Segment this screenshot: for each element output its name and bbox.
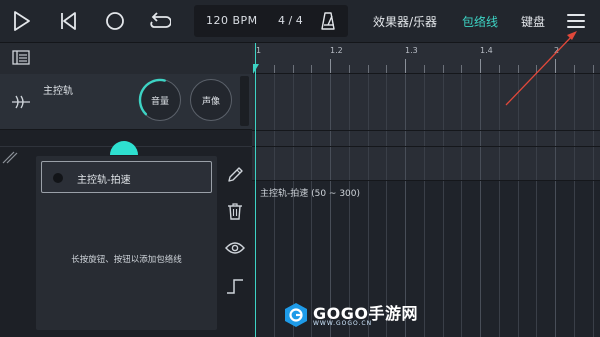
watermark: GOGO手游网 WWW.GOGO.CN <box>283 300 443 334</box>
ruler-mark: 1.2 <box>330 46 343 55</box>
pan-knob[interactable]: 声像 <box>190 79 232 121</box>
volume-knob[interactable]: 音量 <box>138 78 181 121</box>
play-icon[interactable] <box>10 9 34 33</box>
ruler-tick <box>405 59 406 73</box>
ruler-tick <box>273 65 275 73</box>
ruler-mark: 1 <box>256 46 262 55</box>
ruler-mark: 1.3 <box>405 46 418 55</box>
lane-divider <box>252 180 600 181</box>
grid-line <box>311 74 313 337</box>
timeline-ruler[interactable]: 1 1.2 1.3 1.4 2 <box>0 43 600 74</box>
loop-icon[interactable] <box>148 9 172 33</box>
ruler-tick <box>536 65 538 73</box>
master-track-header[interactable]: 主控轨 音量 声像 <box>0 74 252 130</box>
ruler-header <box>0 43 252 74</box>
grid-line <box>573 74 575 337</box>
ruler-tick <box>517 65 519 73</box>
lane-divider <box>252 130 600 131</box>
ruler-tick <box>292 65 294 73</box>
grid-line <box>330 74 331 337</box>
output-routing-icon <box>11 94 31 114</box>
trash-icon[interactable] <box>224 200 246 222</box>
track-list-icon[interactable] <box>12 50 30 69</box>
skip-to-start-icon[interactable] <box>56 9 80 33</box>
playhead-marker-icon[interactable] <box>252 60 260 79</box>
ruler-tick <box>367 65 369 73</box>
grid-line <box>480 74 481 337</box>
effects-instruments-tab[interactable]: 效果器/乐器 <box>373 13 437 30</box>
pencil-icon[interactable] <box>224 164 246 186</box>
param-indicator-dot <box>53 173 63 183</box>
automation-hint: 长按旋钮、按钮以添加包络线 <box>71 255 182 265</box>
keyboard-tab[interactable]: 键盘 <box>521 13 545 30</box>
lane-divider <box>252 146 600 147</box>
ruler-tick <box>480 59 481 73</box>
record-icon[interactable] <box>103 9 127 33</box>
ruler-tick <box>555 59 556 73</box>
ruler-mark: 1.4 <box>480 46 493 55</box>
track-name: 主控轨 <box>43 86 73 97</box>
automation-param-selector[interactable]: 主控轨-拍速 <box>41 161 212 193</box>
automation-lane-label: 主控轨-拍速 (50 ~ 300) <box>260 189 361 199</box>
metronome-icon[interactable] <box>321 12 335 34</box>
grid-line <box>348 74 350 337</box>
tempo-value: 120 BPM <box>206 14 258 27</box>
pan-label: 声像 <box>201 96 220 107</box>
ruler-tick <box>498 65 500 73</box>
automation-param-panel: 主控轨-拍速 长按旋钮、按钮以添加包络线 <box>36 156 217 330</box>
ruler-tick <box>330 59 331 73</box>
grid-line <box>292 74 294 337</box>
tempo-display[interactable]: 120 BPM 4 / 4 <box>194 5 348 37</box>
grid-line <box>367 74 369 337</box>
ruler-tick <box>592 65 594 73</box>
ruler-tick <box>573 65 575 73</box>
volume-label: 音量 <box>150 96 169 107</box>
grid-line <box>423 74 425 337</box>
ruler-tick <box>311 65 313 73</box>
ruler-mark: 2 <box>554 46 560 55</box>
grid-line <box>517 74 519 337</box>
grid-line <box>536 74 538 337</box>
grid-line <box>498 74 500 337</box>
ruler-tick <box>386 65 388 73</box>
watermark-logo-icon <box>283 302 309 332</box>
envelope-tab[interactable]: 包络线 <box>462 13 498 30</box>
grid-line <box>273 74 275 337</box>
resize-handle-icon[interactable] <box>2 149 18 168</box>
grid-line <box>555 74 556 337</box>
arrangement-grid[interactable] <box>252 74 600 337</box>
grid-line <box>442 74 444 337</box>
time-signature: 4 / 4 <box>278 14 303 27</box>
selected-param-label: 主控轨-拍速 <box>77 175 131 186</box>
hamburger-menu-icon[interactable] <box>567 13 585 29</box>
top-toolbar: 120 BPM 4 / 4 效果器/乐器 包络线 键盘 <box>0 0 600 43</box>
grid-line <box>405 74 406 337</box>
track-scrollbar[interactable] <box>240 76 249 126</box>
ruler-tick <box>348 65 350 73</box>
grid-line <box>461 74 463 337</box>
grid-line <box>386 74 388 337</box>
ruler-tick <box>442 65 444 73</box>
step-icon[interactable] <box>224 275 246 297</box>
grid-line <box>592 74 594 337</box>
eye-icon[interactable] <box>224 237 246 259</box>
ruler-tick <box>423 65 425 73</box>
playhead[interactable] <box>255 43 256 337</box>
watermark-subtitle: WWW.GOGO.CN <box>313 320 373 327</box>
ruler-tick <box>461 65 463 73</box>
